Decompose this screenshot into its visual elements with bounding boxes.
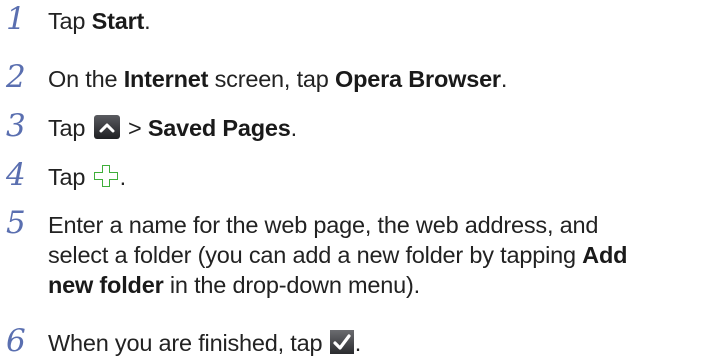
step-text-line-2: select a folder (you can add a new folde… [48, 242, 583, 268]
step-keyword: Opera Browser [335, 66, 501, 92]
instruction-steps: 1 Tap Start. 2 On the Internet screen, t… [0, 0, 703, 362]
step-number: 2 [6, 59, 26, 95]
step-keyword: new folder [48, 272, 164, 298]
step-text-part: When you are finished, tap [48, 330, 329, 356]
step-text-part: . [290, 115, 298, 141]
plus-icon [92, 164, 119, 188]
step-text-part: > [121, 115, 148, 141]
step-text-part: . [144, 8, 151, 34]
step-text-line-1: Enter a name for the web page, the web a… [48, 212, 599, 238]
step-keyword: Saved Pages [147, 115, 291, 141]
step-text: Tap > Saved Pages. [48, 113, 688, 143]
step-keyword: Add [582, 242, 628, 268]
step-text-part: On the [48, 66, 124, 92]
chevron-up-icon [93, 115, 120, 139]
step-number: 6 [6, 323, 26, 359]
step-keyword: Start [91, 8, 145, 34]
step-text: On the Internet screen, tap Opera Browse… [48, 64, 688, 94]
step-text-part: Tap [48, 8, 92, 34]
step-text-part: . [354, 330, 362, 356]
step-number: 5 [6, 205, 26, 241]
step-number: 3 [6, 108, 26, 144]
step-text-part: . [119, 164, 127, 190]
step-text: When you are finished, tap . [48, 328, 688, 358]
step-text: Enter a name for the web page, the web a… [48, 210, 688, 300]
step-number: 1 [6, 1, 26, 37]
step-text-part: Tap [48, 164, 92, 190]
step-text-part: Tap [48, 115, 92, 141]
step-text: Tap Start. [48, 6, 688, 36]
checkmark-icon [329, 330, 354, 354]
step-number: 4 [6, 157, 26, 193]
step-text-part: . [500, 66, 508, 92]
step-text-part: in the drop-down menu). [163, 272, 420, 298]
step-keyword: Internet [123, 66, 209, 92]
step-text: Tap . [48, 162, 688, 192]
step-text-part: screen, tap [208, 66, 335, 92]
